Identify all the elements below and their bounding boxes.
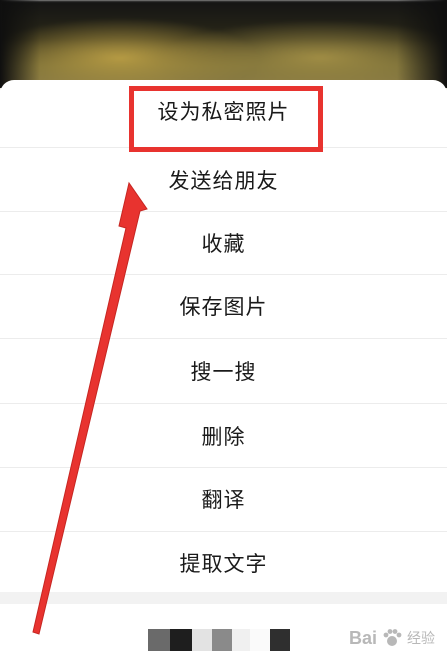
menu-item-translate[interactable]: 翻译: [0, 468, 447, 530]
divider: [0, 403, 447, 404]
menu-item-label: 删除: [201, 425, 246, 449]
mosaic-block: [250, 629, 270, 651]
menu-item-delete[interactable]: 删除: [0, 405, 447, 467]
menu-item-label: 收藏: [201, 232, 246, 256]
menu-item-label: 提取文字: [179, 552, 268, 576]
menu-item-extract-text[interactable]: 提取文字: [0, 532, 447, 594]
watermark-suffix: 经验: [407, 630, 435, 646]
photo-edge-shadow: [397, 0, 447, 88]
menu-item-search[interactable]: 搜一搜: [0, 340, 447, 402]
menu-item-favorite[interactable]: 收藏: [0, 212, 447, 274]
menu-item-save-image[interactable]: 保存图片: [0, 275, 447, 337]
divider: [0, 338, 447, 339]
sheet-separator: [0, 592, 447, 604]
highlight-box: [129, 86, 323, 152]
menu-item-label: 搜一搜: [190, 360, 257, 384]
photo-preview: [0, 0, 447, 88]
mosaic-block: [192, 629, 212, 651]
action-sheet: 设为私密照片 发送给朋友 收藏 保存图片 搜一搜 删除 翻译 提取文字: [0, 80, 447, 665]
mosaic-block: [148, 629, 170, 651]
mosaic-block: [270, 629, 290, 651]
paw-logo-icon: [383, 629, 402, 646]
watermark-brand: Bai: [348, 627, 377, 648]
menu-item-label: 保存图片: [179, 295, 268, 319]
menu-item-label: 发送给朋友: [168, 169, 279, 193]
menu-item-send-to-friend[interactable]: 发送给朋友: [0, 149, 447, 211]
watermark: Bai 经验: [349, 627, 435, 649]
menu-item-label: 翻译: [201, 488, 246, 512]
photo-edge-shadow: [0, 0, 40, 88]
mosaic-block: [232, 629, 250, 651]
mosaic-block: [212, 629, 232, 651]
mosaic-block: [170, 629, 192, 651]
